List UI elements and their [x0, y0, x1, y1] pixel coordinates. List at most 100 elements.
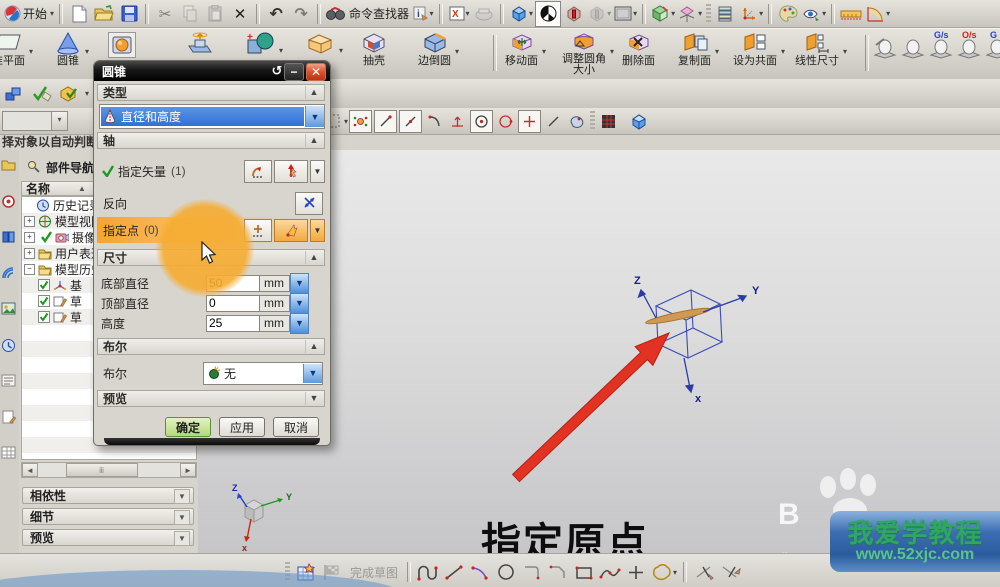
resource-image-icon[interactable] [1, 302, 17, 318]
arc-tool-button[interactable] [468, 560, 492, 584]
measure-angle-button[interactable]: ▾ [864, 2, 891, 26]
snap-tangent-button[interactable] [424, 111, 445, 132]
section-boolean[interactable]: 布尔 ▲ [97, 338, 325, 355]
expand-icon[interactable]: + [24, 216, 35, 227]
resource-target-icon[interactable] [1, 194, 17, 210]
panel-preview[interactable]: 预览▼ [22, 529, 194, 546]
snap-point-on-curve-button[interactable] [543, 111, 564, 132]
open-file-button[interactable] [92, 2, 116, 26]
snap-point-inferred-button[interactable] [349, 110, 372, 133]
face-analysis-button-4[interactable]: O/s [956, 37, 982, 62]
collapse-chevron-icon[interactable]: ▲ [305, 134, 322, 147]
scroll-right-arrow[interactable]: ► [180, 463, 196, 477]
point-tool-button[interactable] [624, 560, 648, 584]
profile-tool-button[interactable] [416, 560, 440, 584]
snap-quadrant-button[interactable] [495, 111, 516, 132]
vector-dialog-button[interactable] [244, 160, 272, 183]
studio-spline-button[interactable] [598, 560, 622, 584]
delete-button[interactable]: ✕ [228, 2, 252, 26]
resource-book-icon[interactable] [1, 230, 17, 246]
expand-icon[interactable]: + [24, 232, 35, 243]
unit-dropdown[interactable]: ▼ [290, 313, 309, 334]
unit-dropdown[interactable]: ▼ [290, 273, 309, 294]
scroll-left-arrow[interactable]: ◄ [22, 463, 38, 477]
layer-settings-button[interactable] [714, 2, 738, 26]
block-button[interactable]: ▾ [305, 32, 335, 56]
paste-button[interactable] [203, 2, 227, 26]
toolbar-grip[interactable] [590, 111, 595, 131]
snap-center-button[interactable] [470, 110, 493, 133]
dialog-close-button[interactable]: ✕ [306, 63, 326, 81]
snap-point-on-face-button[interactable] [566, 111, 587, 132]
csys-button[interactable]: ▾ [739, 2, 764, 26]
command-finder-button[interactable]: 命令查找器 [325, 2, 410, 26]
show-hide-button[interactable]: ▾ [801, 2, 827, 26]
copy-button[interactable] [178, 2, 202, 26]
resource-list-icon[interactable] [1, 374, 17, 390]
snap-intersection-button[interactable] [447, 111, 468, 132]
linear-dimension-button[interactable]: 线性尺寸 ▾ [795, 31, 839, 67]
chamfer-tool-button[interactable] [546, 560, 570, 584]
delete-face-button[interactable]: 删除面 [622, 31, 655, 67]
checkbox-checked-icon[interactable] [38, 279, 50, 291]
selection-scope-combo[interactable]: ▾ [2, 111, 68, 131]
face-analysis-button-5[interactable]: G [984, 37, 1000, 62]
auto-vector-button[interactable] [274, 160, 308, 183]
start-menu-button[interactable]: 开始 ▾ [3, 2, 55, 26]
circle-tool-button[interactable] [494, 560, 518, 584]
cone-button[interactable]: 圆锥 ▾ [55, 31, 81, 67]
extrude-button[interactable] [185, 32, 215, 56]
save-button[interactable] [117, 2, 141, 26]
section-axis[interactable]: 轴 ▲ [97, 132, 325, 149]
new-file-button[interactable] [67, 2, 91, 26]
collapse-chevron-icon[interactable]: ▲ [305, 251, 322, 264]
toolbar-grip[interactable] [706, 4, 711, 24]
section-type[interactable]: 类型 ▲ [97, 84, 325, 101]
datum-plane-button[interactable]: 准平面 ▾ [0, 31, 25, 67]
grid-snap-button[interactable] [598, 111, 619, 132]
rectangle-tool-button[interactable] [572, 560, 596, 584]
dialog-title-bar[interactable]: 圆锥 ↺ − ✕ [94, 61, 330, 81]
cut-button[interactable]: ✂ [153, 2, 177, 26]
measure-distance-button[interactable] [839, 2, 863, 26]
unit-dropdown[interactable]: ▼ [290, 293, 309, 314]
solid-body-filter-button[interactable] [628, 111, 649, 132]
collapse-chevron-icon[interactable]: ▲ [305, 340, 322, 353]
background-button[interactable]: ▾ [613, 2, 638, 26]
resource-grid-icon[interactable] [1, 446, 17, 462]
object-display-button[interactable] [776, 2, 800, 26]
checkbox-checked-icon[interactable] [38, 311, 50, 323]
line-tool-button[interactable] [442, 560, 466, 584]
face-analysis-button-1[interactable] [872, 37, 898, 62]
type-dropdown[interactable]: 直径和高度 ▼ [99, 104, 325, 129]
redo-button[interactable]: ↷ [289, 2, 313, 26]
collapse-icon[interactable]: − [24, 264, 35, 275]
reverse-direction-button[interactable] [295, 192, 323, 215]
check-tool-button[interactable] [30, 82, 54, 106]
cylinder-button[interactable] [108, 32, 136, 58]
expand-chevron-icon[interactable]: ▼ [305, 392, 322, 405]
info-button[interactable]: i▾ [411, 2, 435, 26]
ok-button[interactable]: 确定 [165, 417, 211, 437]
print-button[interactable] [472, 2, 496, 26]
checkbox-checked-icon[interactable] [38, 295, 50, 307]
chevron-down-icon[interactable]: ▼ [303, 364, 322, 383]
make-coplanar-button[interactable]: 设为共面 ▾ [733, 31, 777, 67]
chevron-down-icon[interactable]: ▼ [305, 106, 324, 127]
boolean-dropdown[interactable]: 无 ▼ [203, 362, 323, 385]
height-input[interactable] [206, 315, 260, 332]
apply-button[interactable]: 应用 [219, 417, 265, 437]
panel-dependencies[interactable]: 相依性▼ [22, 487, 194, 504]
resource-folder-icon[interactable] [1, 158, 17, 174]
snap-midpoint-button[interactable] [399, 110, 422, 133]
clip-section-button[interactable]: ▾ [650, 2, 676, 26]
resize-blend-button[interactable]: 调整圆角 大小 ▾ [562, 31, 606, 75]
dialog-minimize-button[interactable]: − [284, 63, 304, 81]
section-preview[interactable]: 预览 ▼ [97, 390, 325, 407]
panel-details[interactable]: 细节▼ [22, 508, 194, 525]
hidden-style-button[interactable]: ▾ [587, 2, 612, 26]
fillet-tool-button[interactable] [520, 560, 544, 584]
validate-part-button[interactable] [57, 82, 81, 106]
edge-blend-button[interactable]: 边倒圆 ▾ [418, 31, 451, 67]
snap-existing-point-button[interactable] [518, 110, 541, 133]
